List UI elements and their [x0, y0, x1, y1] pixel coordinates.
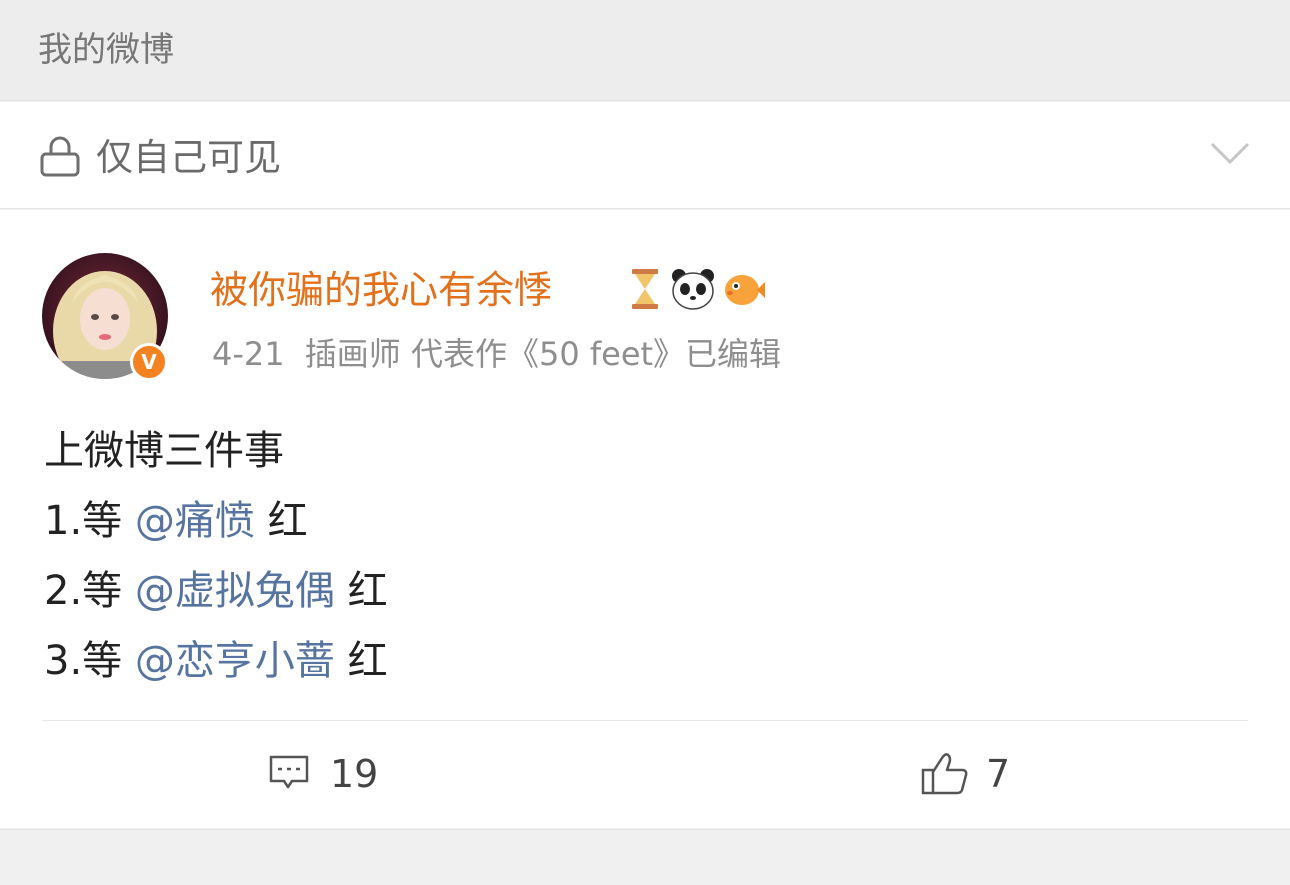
footer-band	[0, 829, 1290, 885]
post-line: 1.等 @痛愤 红	[44, 486, 388, 556]
page-title: 我的微博	[38, 30, 174, 70]
list-suffix: 红	[334, 568, 388, 614]
comment-icon[interactable]	[268, 754, 310, 794]
post-line: 3.等 @恋亨小蔷 红	[44, 626, 388, 696]
divider	[42, 720, 1248, 721]
lock-icon	[40, 136, 80, 177]
mention-link[interactable]: @虚拟兔偶	[135, 568, 335, 614]
post-line: 2.等 @虚拟兔偶 红	[44, 556, 388, 626]
section-header: 我的微博	[0, 0, 1290, 101]
thumbs-up-icon[interactable]	[920, 750, 970, 796]
puffer-fish-icon	[725, 275, 765, 305]
post-line: 上微博三件事	[44, 428, 284, 474]
list-suffix: 红	[254, 498, 308, 544]
list-prefix: 2.等	[44, 568, 135, 614]
privacy-label: 仅自己可见	[96, 136, 281, 179]
author-bio: 插画师 代表作《50 feet》已编辑	[304, 335, 782, 373]
chevron-down-icon[interactable]	[1210, 140, 1250, 168]
mention-link[interactable]: @痛愤	[135, 498, 255, 544]
post-content: 上微博三件事 1.等 @痛愤 红 2.等 @虚拟兔偶 红 3.等 @恋亨小蔷 红	[44, 416, 388, 696]
list-prefix: 1.等	[44, 498, 135, 544]
comment-count[interactable]: 19	[330, 750, 378, 798]
list-prefix: 3.等	[44, 638, 135, 684]
author-name[interactable]: 被你骗的我心有余悸	[210, 265, 552, 315]
panda-icon	[672, 269, 714, 310]
hourglass-icon	[632, 269, 658, 309]
list-suffix: 红	[334, 638, 388, 684]
verified-badge: V	[130, 343, 168, 381]
post-date: 4-21	[212, 335, 285, 373]
post-meta: 4-21 插画师 代表作《50 feet》已编辑	[212, 332, 791, 376]
like-count[interactable]: 7	[986, 750, 1010, 798]
mention-link[interactable]: @恋亨小蔷	[135, 638, 335, 684]
